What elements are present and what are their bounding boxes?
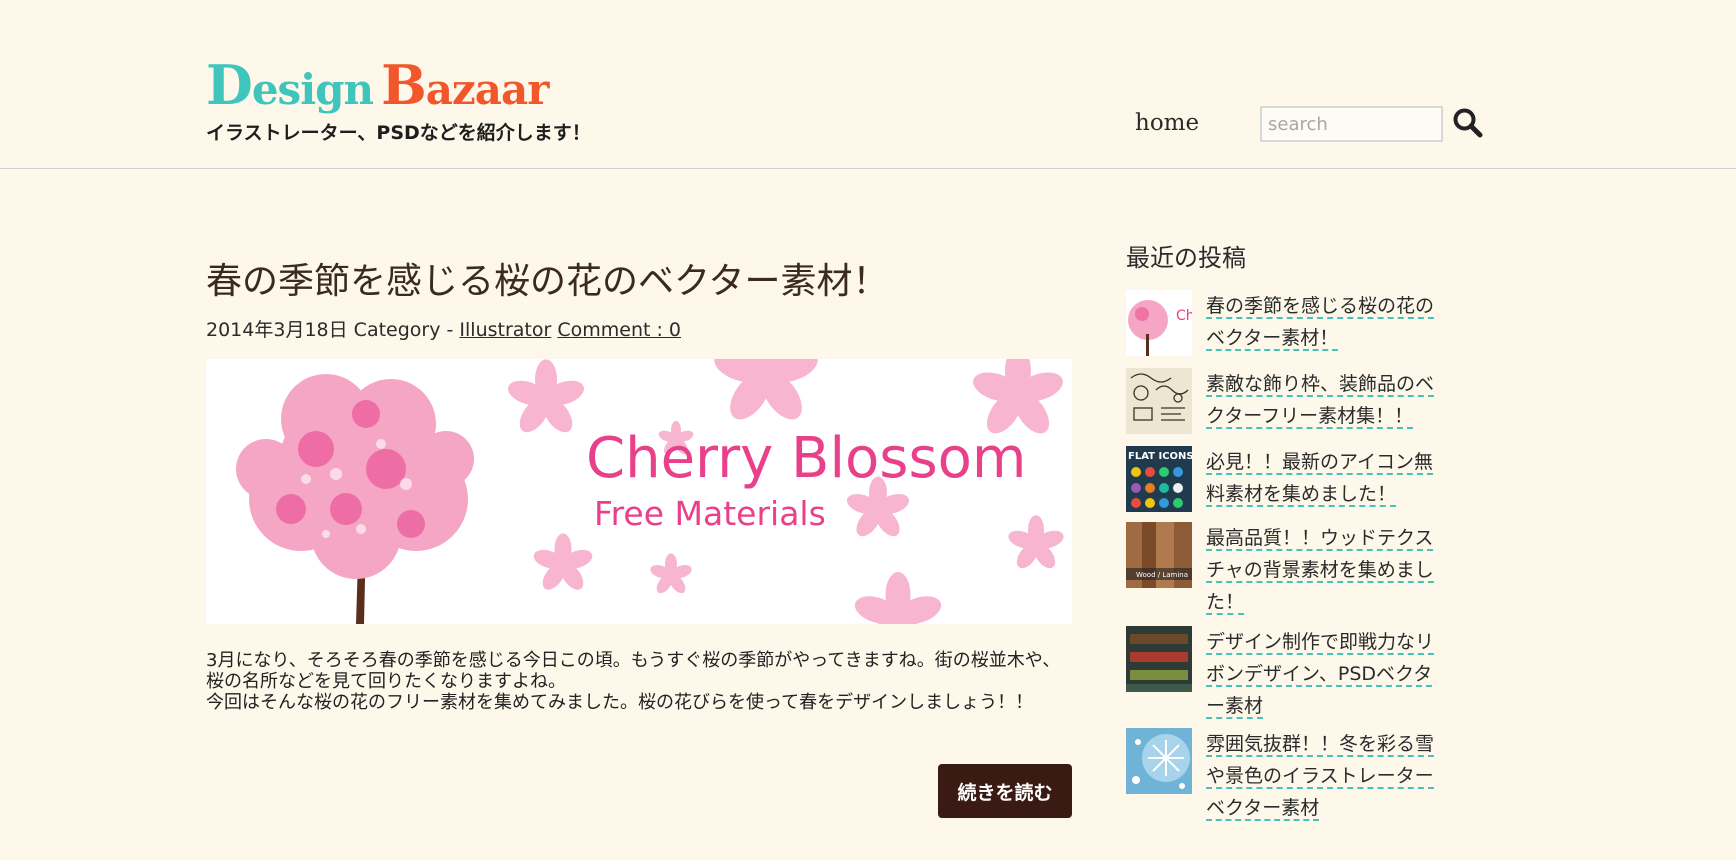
recent-post-link[interactable]: 素敵な飾り枠、装飾品のベクターフリー素材集！！ [1206,368,1446,432]
svg-text:Ch: Ch [1176,308,1192,324]
post-title[interactable]: 春の季節を感じる桜の花のベクター素材！ [206,252,889,304]
search-icon [1453,108,1483,138]
site-logo[interactable]: Design Bazaar [206,58,549,115]
recent-post-link[interactable]: デザイン制作で即戦力なリボンデザイン、PSDベクター素材 [1206,626,1446,722]
comment-link[interactable]: Comment : 0 [557,319,681,341]
svg-text:Wood / Lamina: Wood / Lamina [1136,571,1188,579]
search-input[interactable] [1260,106,1443,142]
recent-post-link[interactable]: 春の季節を感じる桜の花のベクター素材！ [1206,290,1446,354]
recent-post-item[interactable]: FLAT ICONS 必見！！最新のアイコン無料素材を集めました！ [1126,446,1446,516]
recent-post-thumbnail[interactable] [1126,728,1192,794]
post-hero-image[interactable]: Cherry Blossom Free Materials [206,359,1072,624]
nav-home-link[interactable]: home [1135,110,1199,136]
excerpt-paragraph-1: 3月になり、そろそろ春の季節を感じる今日この頃。もうすぐ桜の季節がやってきますね… [206,650,1061,692]
recent-post-item[interactable]: 素敵な飾り枠、装飾品のベクターフリー素材集！！ [1126,368,1446,438]
site-header: Design Bazaar イラストレーター、PSDなどを紹介します！ home [0,0,1736,169]
sidebar-title: 最近の投稿 [1126,244,1246,272]
post-excerpt: 3月になり、そろそろ春の季節を感じる今日この頃。もうすぐ桜の季節がやってきますね… [206,650,1076,713]
recent-post-link[interactable]: 雰囲気抜群！！冬を彩る雪や景色のイラストレーターベクター素材 [1206,728,1446,824]
recent-post-item[interactable]: Wood / Lamina 最高品質！！ウッドテクスチャの背景素材を集めました！ [1126,522,1446,622]
search-button[interactable] [1452,107,1488,143]
recent-post-item[interactable]: デザイン制作で即戦力なリボンデザイン、PSDベクター素材 [1126,626,1446,724]
recent-post-thumbnail[interactable]: Ch [1126,290,1192,356]
site-tagline: イラストレーター、PSDなどを紹介します！ [206,122,591,144]
read-more-button[interactable]: 続きを読む [938,764,1072,818]
recent-post-thumbnail[interactable] [1126,626,1192,692]
svg-text:FLAT ICONS: FLAT ICONS [1128,451,1192,462]
category-link[interactable]: Illustrator [459,319,551,341]
excerpt-paragraph-2: 今回はそんな桜の花のフリー素材を集めてみました。桜の花びらを使って春をデザインし… [206,692,1034,713]
recent-post-thumbnail[interactable] [1126,368,1192,434]
category-prefix: Category - [353,319,460,341]
recent-post-item[interactable]: 雰囲気抜群！！冬を彩る雪や景色のイラストレーターベクター素材 [1126,728,1446,828]
recent-post-thumbnail[interactable]: Wood / Lamina [1126,522,1192,588]
recent-post-link[interactable]: 最高品質！！ウッドテクスチャの背景素材を集めました！ [1206,522,1446,618]
recent-post-item[interactable]: Ch 春の季節を感じる桜の花のベクター素材！ [1126,290,1446,360]
post-meta: 2014年3月18日 Category - Illustrator Commen… [206,315,681,342]
recent-post-link[interactable]: 必見！！最新のアイコン無料素材を集めました！ [1206,446,1446,510]
hero-subtitle: Free Materials [594,494,826,533]
post-date: 2014年3月18日 [206,319,348,341]
hero-title: Cherry Blossom [586,426,1026,491]
recent-post-thumbnail[interactable]: FLAT ICONS [1126,446,1192,512]
cherry-blossom-banner: Cherry Blossom Free Materials [236,359,1067,624]
